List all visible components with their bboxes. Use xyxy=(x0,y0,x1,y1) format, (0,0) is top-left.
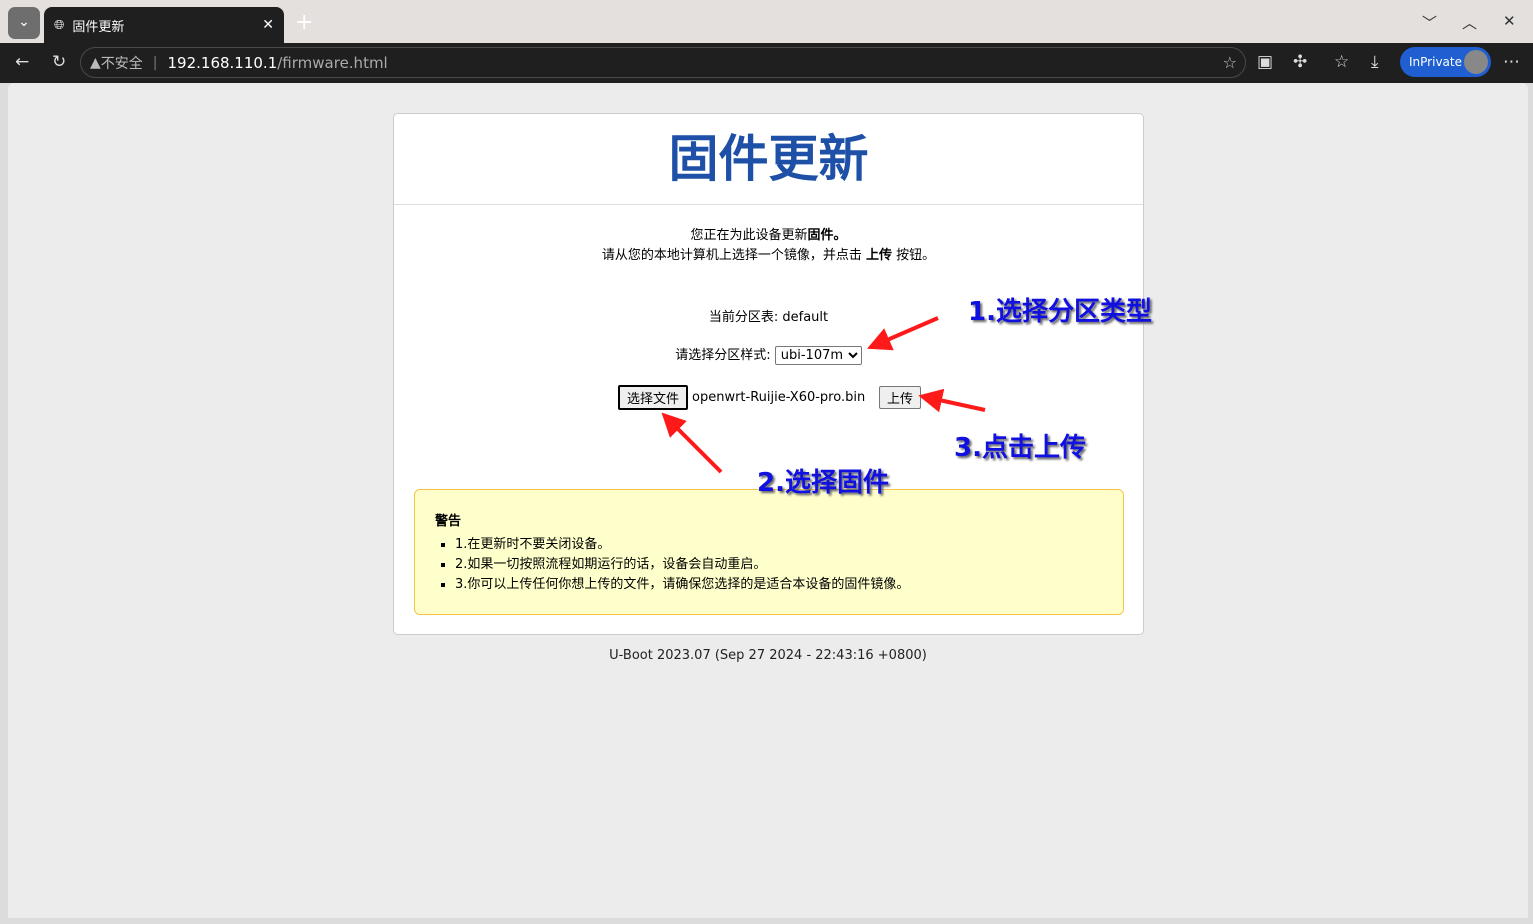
choose-file-button[interactable]: 选择文件 xyxy=(618,385,689,410)
warning-item: 3.你可以上传任何你想上传的文件，请确保您选择的是适合本设备的固件镜像。 xyxy=(455,575,1103,595)
firmware-card: 固件更新 您正在为此设备更新固件。 请从您的本地计算机上选择一个镜像，并点击 上… xyxy=(393,113,1144,635)
inprivate-label: InPrivate xyxy=(1409,55,1462,69)
reading-view-icon[interactable]: ▣ xyxy=(1257,52,1273,72)
annotation-step1: 1.选择分区类型 xyxy=(968,297,1152,327)
url-host: 192.168.110.1 xyxy=(167,53,278,72)
intro-line1-bold: 固件。 xyxy=(807,228,847,243)
upload-button[interactable]: 上传 xyxy=(879,386,922,409)
tab-title: 固件更新 xyxy=(72,19,125,35)
page-title: 固件更新 xyxy=(394,114,1143,205)
intro-line1: 您正在为此设备更新 xyxy=(690,228,808,243)
maximize-button[interactable]: ︿ xyxy=(1462,12,1477,33)
avatar xyxy=(1464,50,1488,74)
download-icon[interactable]: ⤓ xyxy=(1371,52,1379,72)
page-content: 固件更新 您正在为此设备更新固件。 请从您的本地计算机上选择一个镜像，并点击 上… xyxy=(8,83,1528,918)
browser-toolbar: ← ↻ ▲ 不安全 | 192.168.110.1/firmware.html … xyxy=(0,43,1533,83)
chosen-file-name: openwrt-Ruijie-X60-pro.bin xyxy=(692,390,866,405)
partition-style-row: 请选择分区样式: ubi-107m xyxy=(394,344,1143,365)
not-secure-label[interactable]: 不安全 xyxy=(101,53,143,73)
globe-icon: 🌐︎ xyxy=(54,17,65,33)
warning-item: 2.如果一切按照流程如期运行的话，设备会自动重启。 xyxy=(455,555,1103,575)
partition-style-select[interactable]: ubi-107m xyxy=(774,346,862,365)
extensions-icon[interactable]: ✣ xyxy=(1293,52,1307,72)
partition-style-label: 请选择分区样式: xyxy=(675,348,771,363)
close-window-button[interactable]: ✕ xyxy=(1503,12,1516,30)
warning-box: 警告 1.在更新时不要关闭设备。 2.如果一切按照流程如期运行的话，设备会自动重… xyxy=(414,489,1124,615)
back-icon[interactable]: ← xyxy=(15,52,29,72)
annotation-step3: 3.点击上传 xyxy=(954,433,1086,463)
chevron-down-icon[interactable]: ﹀ xyxy=(1422,12,1437,33)
uboot-version: U-Boot 2023.07 (Sep 27 2024 - 22:43:16 +… xyxy=(609,648,927,663)
tab-firmware[interactable]: 🌐︎ 固件更新 ✕ xyxy=(44,7,284,43)
tab-actions-button[interactable]: ⌄ xyxy=(8,7,40,39)
tab-bar: ⌄ 🌐︎ 固件更新 ✕ + ﹀ ︿ ✕ xyxy=(0,0,1533,43)
intro-text: 您正在为此设备更新固件。 请从您的本地计算机上选择一个镜像，并点击 上传 按钮。 xyxy=(394,226,1143,266)
warning-title: 警告 xyxy=(435,514,462,529)
upload-row: 选择文件 openwrt-Ruijie-X60-pro.bin 上传 xyxy=(618,385,922,410)
inprivate-button[interactable]: InPrivate xyxy=(1400,47,1491,77)
annotation-step2: 2.选择固件 xyxy=(757,468,889,498)
address-bar[interactable]: ▲ 不安全 | 192.168.110.1/firmware.html ☆ xyxy=(80,47,1246,78)
intro-line2: 请从您的本地计算机上选择一个镜像，并点击 xyxy=(601,248,866,263)
warning-item: 1.在更新时不要关闭设备。 xyxy=(455,535,1103,555)
url-path: /firmware.html xyxy=(277,53,388,72)
refresh-icon[interactable]: ↻ xyxy=(52,52,66,72)
favorite-star-icon[interactable]: ☆ xyxy=(1223,53,1237,72)
intro-line2-bold: 上传 xyxy=(865,248,892,263)
more-icon[interactable]: ⋯ xyxy=(1503,52,1520,72)
close-tab-icon[interactable]: ✕ xyxy=(262,17,274,33)
warning-icon: ▲ xyxy=(90,54,101,71)
new-tab-button[interactable]: + xyxy=(295,10,313,35)
intro-line2-suffix: 按钮。 xyxy=(892,248,936,263)
favorites-icon[interactable]: ☆ xyxy=(1334,52,1349,72)
